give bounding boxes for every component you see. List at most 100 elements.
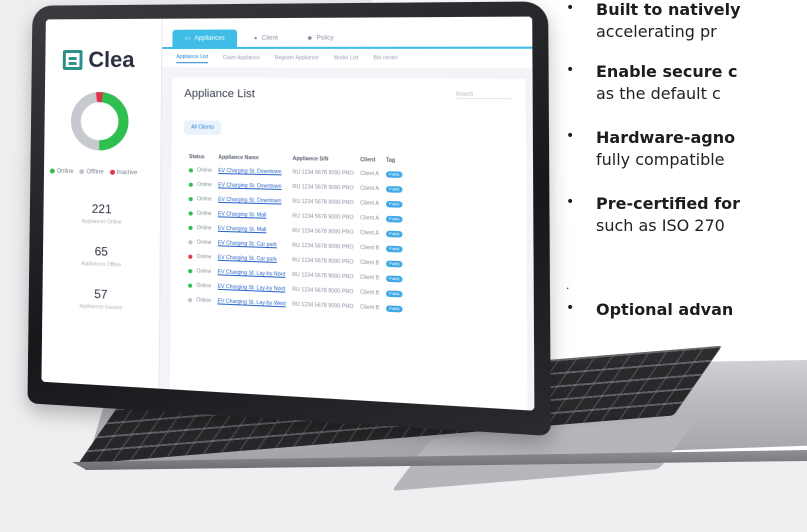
shield-icon: ◆: [307, 35, 313, 42]
logo-icon: [62, 50, 83, 70]
status-dot: [188, 167, 193, 173]
main-panel: ▭ Appliances ● Client ◆ Policy Appliance…: [159, 16, 535, 411]
stat-offline-label: Appliances Offline: [81, 260, 122, 269]
row-status: Online: [186, 192, 215, 207]
bullet-text: accelerating pr: [596, 22, 717, 41]
tag-badge: Public: [385, 186, 403, 193]
row-status: Online: [185, 221, 214, 236]
row-status: Online: [185, 249, 214, 265]
row-status: Online: [185, 278, 214, 294]
users-icon: ●: [253, 35, 258, 42]
slide: Clea Online Offline Inactive 221 Applian…: [0, 0, 807, 532]
legend-inactive: Inactive: [109, 169, 138, 176]
row-client: Client B: [360, 289, 380, 297]
bullet-heading: Enable secure c: [596, 62, 738, 81]
tab-policy[interactable]: ◆ Policy: [295, 29, 347, 47]
subnav-register-appliance[interactable]: Register Appliance: [275, 55, 319, 61]
page-title: Appliance List: [184, 87, 256, 101]
row-client: Client A: [360, 200, 379, 208]
table-body: Online EV Charging St. Downtown RU 1234 56…: [185, 163, 407, 317]
tag-badge: Public: [385, 275, 404, 283]
row-client: Client B: [360, 244, 380, 252]
tag-badge: Public: [385, 215, 403, 223]
search-input[interactable]: Search: [455, 91, 513, 100]
stat-inactive: 57 Appliances Inactive: [42, 285, 160, 314]
col-client[interactable]: Client: [357, 154, 383, 167]
row-status: Online: [186, 163, 215, 178]
row-appliance-sn: RU 1234 5678 9000 PRO: [292, 183, 354, 192]
bullet-heading: Hardware-agno: [596, 128, 736, 147]
row-client: Client A: [360, 215, 379, 222]
stat-inactive-label: Appliances Inactive: [79, 303, 123, 312]
clea-app: Clea Online Offline Inactive 221 Applian…: [41, 16, 535, 411]
status-donut-chart: [68, 89, 132, 154]
stray-mark: .: [566, 278, 570, 292]
row-tag: Public: [383, 301, 407, 317]
status-dot: [188, 239, 193, 245]
tag-badge: Public: [385, 260, 404, 268]
stat-online-value: 221: [91, 201, 112, 217]
all-clients-filter[interactable]: All Clients: [183, 120, 222, 135]
row-appliance-name-link[interactable]: EV Charging St. Downtown: [215, 164, 289, 180]
row-client: Client A: [360, 229, 379, 237]
row-client: Client B: [360, 259, 380, 267]
row-tag: Public: [383, 182, 407, 197]
row-tag: Public: [383, 271, 407, 287]
row-client: Client B: [360, 274, 380, 282]
bullet-marker: •: [566, 194, 575, 210]
row-tag: Public: [383, 211, 407, 227]
tab-client[interactable]: ● Client: [241, 30, 290, 47]
bullet-text: as the default c: [596, 84, 721, 103]
row-tag: Public: [383, 167, 407, 182]
sub-navigation: Appliance List Claim Appliance Register …: [162, 48, 533, 69]
row-appliance-sn: RU 1234 5678 9000 PRO: [292, 301, 354, 311]
tab-appliances[interactable]: ▭ Appliances: [172, 29, 238, 47]
bullet-text: fully compatible: [596, 150, 725, 169]
monitor-icon: ▭: [184, 35, 191, 42]
row-tag: Public: [383, 241, 407, 257]
bullet-text: such as ISO 270: [596, 216, 725, 235]
subnav-bin-center[interactable]: Bin center: [373, 55, 398, 61]
status-dot: [188, 268, 193, 273]
tag-badge: Public: [385, 230, 403, 238]
row-client: Client A: [360, 185, 379, 193]
stat-offline-value: 65: [94, 244, 108, 259]
sidebar: Clea Online Offline Inactive 221 Applian…: [41, 18, 163, 389]
status-dot: [187, 297, 193, 302]
appliance-list-card: Appliance List Search All Clients Status…: [169, 77, 528, 411]
bullet-marker: •: [566, 128, 575, 144]
bullet-heading: Pre-certified for: [596, 194, 741, 213]
stat-inactive-value: 57: [94, 286, 108, 302]
row-status: Online: [185, 264, 214, 280]
app-logo[interactable]: Clea: [62, 47, 135, 73]
top-tabs: ▭ Appliances ● Client ◆ Policy: [162, 16, 533, 49]
row-appliance-name-link[interactable]: EV Charging St. Lay-by West: [214, 294, 289, 312]
row-tag: Public: [383, 197, 407, 212]
tag-badge: Public: [385, 200, 403, 208]
status-dot: [188, 211, 193, 216]
bullet-heading: Built to natively: [596, 0, 741, 19]
row-client: Client A: [360, 170, 379, 178]
row-appliance-sn: RU 1234 5678 9000 PRO: [292, 169, 354, 177]
bullet-marker: •: [566, 300, 575, 316]
row-status: Online: [186, 177, 215, 192]
row-status: Online: [185, 293, 214, 309]
col-tag[interactable]: Tag: [383, 154, 407, 167]
subnav-claim-appliance[interactable]: Claim Appliance: [223, 55, 260, 61]
laptop-screen: Clea Online Offline Inactive 221 Applian…: [41, 16, 535, 411]
row-tag: Public: [383, 226, 407, 242]
subnav-model-list[interactable]: Model List: [334, 55, 359, 61]
appliance-table: Status Appliance Name Appliance S/N Clie…: [185, 151, 407, 317]
row-client: Client B: [360, 304, 380, 312]
row-tag: Public: [383, 256, 407, 272]
legend-offline: Offline: [79, 169, 104, 176]
laptop-lid: Clea Online Offline Inactive 221 Applian…: [27, 1, 551, 437]
tag-badge: Public: [385, 245, 404, 253]
col-status[interactable]: Status: [186, 151, 215, 164]
tag-badge: Public: [385, 290, 404, 298]
status-dot: [188, 254, 193, 259]
tag-badge: Public: [385, 305, 404, 313]
stat-online: 221 Appliances Online: [43, 200, 161, 227]
subnav-appliance-list[interactable]: Appliance List: [176, 53, 209, 63]
status-dot: [188, 196, 193, 201]
